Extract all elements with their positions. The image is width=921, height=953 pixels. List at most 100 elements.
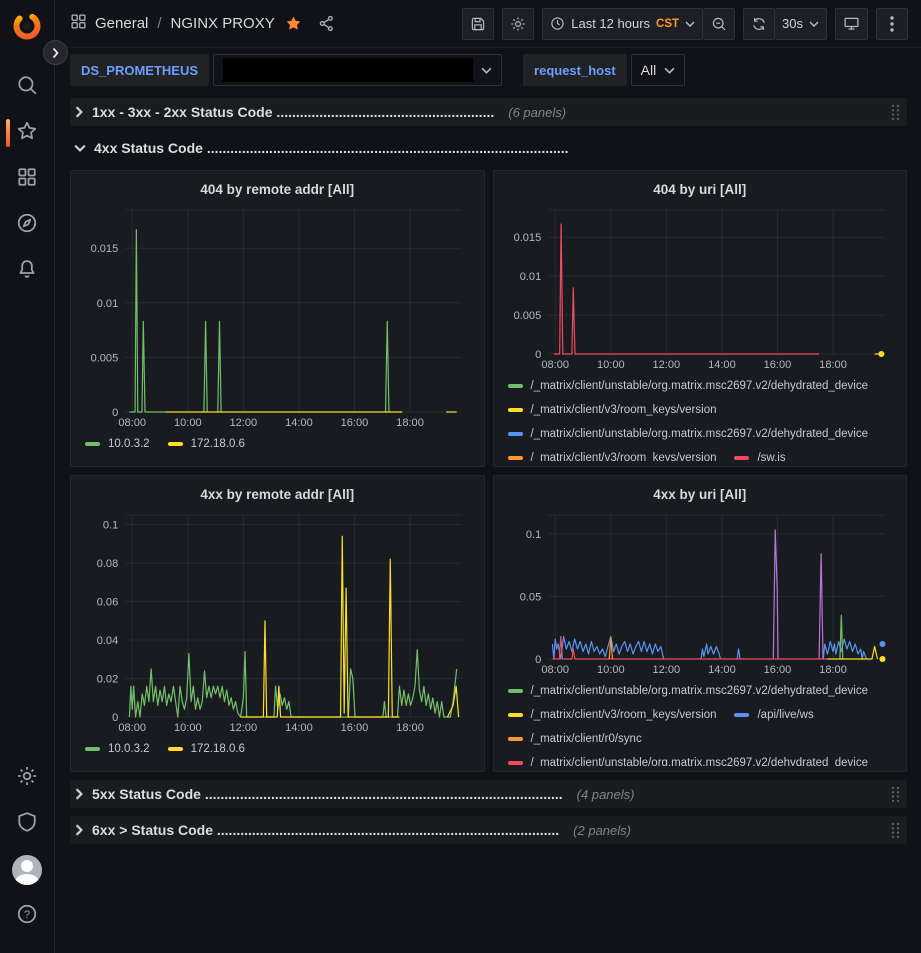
grafana-logo[interactable] [11,10,43,42]
legend-item[interactable]: /_matrix/client/unstable/org.matrix.msc2… [508,755,869,766]
row-panel-count: (2 panels) [567,823,631,838]
svg-text:14:00: 14:00 [285,417,313,429]
sidebar-item-dashboards[interactable] [0,156,55,202]
star-icon [16,120,38,147]
legend-item[interactable]: /_matrix/client/unstable/org.matrix.msc2… [508,426,869,442]
svg-text:0.06: 0.06 [97,597,119,609]
svg-text:12:00: 12:00 [230,417,258,429]
svg-text:18:00: 18:00 [396,417,424,429]
tv-mode-button[interactable] [835,8,868,40]
svg-text:14:00: 14:00 [708,359,736,371]
series-label: 10.0.3.2 [108,743,150,755]
panel-title[interactable]: 404 by uri [All] [502,177,899,201]
breadcrumb: General / NGINX PROXY [70,13,335,35]
time-controls: Last 12 hours CST [542,8,735,40]
legend-item[interactable]: /_matrix/client/unstable/org.matrix.msc2… [508,683,869,699]
variable-label-ds-prometheus[interactable]: DS_PROMETHEUS [70,54,209,86]
svg-text:0: 0 [535,654,541,666]
legend-item[interactable]: 172.18.0.6 [168,436,245,452]
panel-title[interactable]: 4xx by remote addr [All] [79,482,476,506]
series-label: /api/live/ws [757,709,813,721]
sidebar-item-starred[interactable] [0,110,55,156]
variable-label-request-host[interactable]: request_host [523,54,627,86]
panel-title[interactable]: 4xx by uri [All] [502,482,899,506]
svg-text:0: 0 [112,407,118,419]
sidebar-item-search[interactable] [0,64,55,110]
series-label: /_matrix/client/unstable/org.matrix.msc2… [531,380,869,392]
svg-text:10:00: 10:00 [174,722,202,734]
sidebar-item-help[interactable]: ? [0,893,55,939]
row-title: 1xx - 3xx - 2xx Status Code ............… [92,104,494,120]
svg-text:0.015: 0.015 [513,232,541,244]
zoom-out-button[interactable] [703,8,735,40]
timeseries-plot[interactable]: 08:0010:0012:0014:0016:0018:0000.0050.01… [79,201,476,431]
svg-text:12:00: 12:00 [652,664,680,676]
svg-text:16:00: 16:00 [341,722,369,734]
top-navbar: General / NGINX PROXY [55,0,921,48]
panel-row-top: 404 by remote addr [All] 08:0010:0012:00… [70,170,907,467]
series-label: /_matrix/client/v3/room_keys/version [531,452,717,461]
row-header-6xx[interactable]: 6xx > Status Code ......................… [70,816,907,844]
panel-title[interactable]: 404 by remote addr [All] [79,177,476,201]
series-color-swatch [168,442,183,446]
sidebar-item-server-admin[interactable] [0,801,55,847]
legend-item[interactable]: 172.18.0.6 [168,741,245,757]
refresh-button[interactable] [743,8,775,40]
breadcrumb-folder[interactable]: General [95,15,148,32]
row-drag-handle[interactable] [890,785,901,804]
refresh-interval-picker[interactable]: 30s [775,8,827,40]
legend-item[interactable]: /_matrix/client/unstable/org.matrix.msc2… [508,378,869,394]
legend-item[interactable]: /_matrix/client/v3/room_keys/version [508,707,717,723]
dashboard-canvas: 1xx - 3xx - 2xx Status Code ............… [55,92,921,953]
svg-text:08:00: 08:00 [118,417,146,429]
sidebar-item-profile[interactable] [0,847,55,893]
favorite-star-icon[interactable] [285,15,302,32]
series-color-swatch [508,456,523,460]
toolbar: Last 12 hours CST 30s [462,8,908,40]
svg-text:18:00: 18:00 [819,664,847,676]
row-title: 6xx > Status Code ......................… [92,822,559,838]
variable-select-ds-prometheus[interactable] [213,54,502,86]
variables-bar: DS_PROMETHEUS request_host All [55,48,921,92]
timeseries-plot[interactable]: 08:0010:0012:0014:0016:0018:0000.050.1 [502,506,899,678]
svg-text:18:00: 18:00 [396,722,424,734]
series-color-swatch [734,456,749,460]
legend-item[interactable]: 10.0.3.2 [85,741,150,757]
panel-404-by-remote-addr: 404 by remote addr [All] 08:0010:0012:00… [70,170,485,467]
svg-text:0: 0 [535,349,541,361]
row-drag-handle[interactable] [890,821,901,840]
variable-select-request-host[interactable]: All [631,54,686,86]
sidebar-expand-button[interactable] [43,40,68,65]
sidebar-item-alerting[interactable] [0,248,55,294]
timezone-label: CST [656,18,679,30]
dashboard-settings-button[interactable] [502,8,534,40]
sidebar-item-configuration[interactable] [0,755,55,801]
svg-text:08:00: 08:00 [118,722,146,734]
dashboard-title[interactable]: NGINX PROXY [171,15,275,32]
legend-item[interactable]: /_matrix/client/v3/room_keys/version [508,450,717,461]
legend-item[interactable]: /_matrix/client/v3/room_keys/version [508,402,717,418]
kebab-menu-button[interactable] [876,8,908,40]
save-dashboard-button[interactable] [462,8,494,40]
time-range-picker[interactable]: Last 12 hours CST [542,8,703,40]
series-label: 172.18.0.6 [191,438,245,450]
sidebar-item-explore[interactable] [0,202,55,248]
timeseries-plot[interactable]: 08:0010:0012:0014:0016:0018:0000.0050.01… [502,201,899,373]
svg-text:0.02: 0.02 [97,674,119,686]
legend-item[interactable]: /_matrix/client/r0/sync [508,731,642,747]
panel-row-bottom: 4xx by remote addr [All] 08:00 10:00 12:00… [70,475,907,772]
svg-text:12:00: 12:00 [652,359,680,371]
timeseries-plot[interactable]: 08:0010:0012:0014:0016:0018:0000.020.040… [79,506,476,736]
svg-text:0.1: 0.1 [103,520,118,532]
svg-text:0: 0 [112,712,118,724]
row-header-1xx-3xx-2xx[interactable]: 1xx - 3xx - 2xx Status Code ............… [70,98,907,126]
legend-item[interactable]: 10.0.3.2 [85,436,150,452]
share-icon[interactable] [318,15,335,32]
svg-text:?: ? [24,908,30,920]
row-header-4xx[interactable]: 4xx Status Code ........................… [70,134,907,162]
legend-item[interactable]: /api/live/ws [734,707,813,723]
row-drag-handle[interactable] [890,103,901,122]
legend-item[interactable]: /sw.js [734,450,785,461]
panel-legend: /_matrix/client/unstable/org.matrix.msc2… [502,678,899,766]
row-header-5xx[interactable]: 5xx Status Code ........................… [70,780,907,808]
